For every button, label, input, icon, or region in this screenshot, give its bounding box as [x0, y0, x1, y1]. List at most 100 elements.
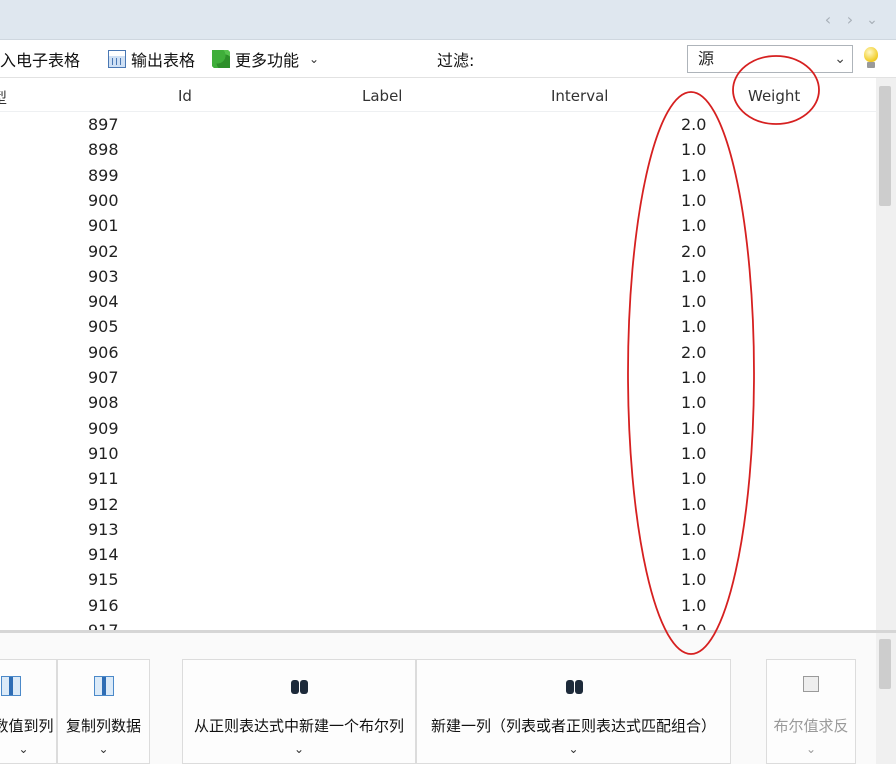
cell-weight: 1.0 [681, 570, 707, 590]
chevron-down-icon: ⌄ [293, 742, 305, 756]
chevron-down-icon: ⌄ [834, 51, 846, 67]
binoculars-icon [290, 676, 310, 696]
cell-weight: 1.0 [681, 545, 707, 565]
table-row[interactable]: 911 1.0 [0, 466, 876, 491]
cell-id: 906 [88, 342, 119, 362]
cell-id: 917 [88, 621, 119, 630]
fill-values-label: 数值到列 [0, 717, 54, 735]
table-row[interactable]: 916 1.0 [0, 593, 876, 618]
action-panel-scrollbar[interactable] [876, 633, 896, 764]
filter-source-select[interactable]: 源 ⌄ [687, 45, 853, 73]
cell-id: 909 [88, 418, 119, 438]
cell-id: 910 [88, 443, 119, 463]
regex-bool-column-button[interactable]: 从正则表达式中新建一个布尔列 ⌄ [182, 659, 416, 764]
table-row[interactable]: 902 2.0 [0, 239, 876, 264]
cell-weight: 1.0 [681, 418, 707, 438]
chevron-down-icon: ⌄ [568, 742, 579, 756]
table-row[interactable]: 917 1.0 [0, 618, 876, 630]
table-icon [108, 50, 126, 68]
column-header-interval[interactable]: Interval [551, 87, 608, 105]
copy-column-data-button[interactable]: 复制列数据 ⌄ [57, 659, 150, 764]
table-row[interactable]: 908 1.0 [0, 390, 876, 415]
cell-weight: 1.0 [681, 165, 707, 185]
table-body: 897 2.0 898 1.0 899 1.0 900 1.0 901 1.0 902 2.0 903 1… [0, 112, 876, 630]
table-header: 型 Id Label Interval Weight [0, 78, 876, 112]
cell-weight: 1.0 [681, 140, 707, 160]
table-row[interactable]: 909 1.0 [0, 416, 876, 441]
column-header-label[interactable]: Label [362, 87, 402, 105]
cell-id: 900 [88, 190, 119, 210]
table-row[interactable]: 915 1.0 [0, 567, 876, 592]
import-spreadsheet-button[interactable]: 输入电子表格 [0, 48, 80, 70]
table-row[interactable]: 912 1.0 [0, 492, 876, 517]
chevron-down-icon: ⌄ [309, 52, 320, 66]
filter-select-value: 源 [698, 49, 715, 68]
binoculars-icon [565, 676, 585, 696]
cell-weight: 1.0 [681, 317, 707, 337]
cell-weight: 1.0 [681, 368, 707, 387]
table-row[interactable]: 904 1.0 [0, 289, 876, 314]
cell-id: 904 [88, 292, 119, 312]
table-row[interactable]: 907 1.0 [0, 365, 876, 390]
cell-id: 912 [88, 494, 119, 514]
menu-chevron-down-icon[interactable]: ⌄ [864, 10, 880, 30]
nav-forward-icon[interactable]: › [842, 10, 858, 30]
column-header-weight[interactable]: Weight [748, 87, 800, 105]
fill-values-to-column-button[interactable]: 数值到列 ⌄ [0, 659, 57, 764]
cell-weight: 1.0 [681, 266, 707, 286]
import-spreadsheet-label: 输入电子表格 [0, 51, 81, 70]
cell-weight: 1.0 [681, 621, 706, 630]
puzzle-icon [212, 50, 230, 68]
cell-id: 897 [88, 115, 119, 134]
cell-weight: 1.0 [681, 216, 707, 236]
table-row[interactable]: 913 1.0 [0, 517, 876, 542]
cell-weight: 1.0 [681, 443, 707, 463]
cell-id: 911 [88, 469, 119, 489]
cell-id: 902 [88, 241, 119, 261]
table-row[interactable]: 914 1.0 [0, 542, 876, 567]
lightbulb-icon[interactable] [862, 47, 880, 71]
column-header-id[interactable]: Id [178, 87, 192, 105]
table-row[interactable]: 905 1.0 [0, 314, 876, 339]
cell-weight: 2.0 [681, 241, 707, 261]
new-column-button[interactable]: 新建一列（列表或者正则表达式匹配组合） ⌄ [416, 659, 731, 764]
cell-id: 898 [88, 140, 119, 160]
cell-id: 914 [88, 545, 119, 565]
cell-weight: 2.0 [681, 115, 707, 134]
table-row[interactable]: 906 2.0 [0, 340, 876, 365]
table-row[interactable]: 901 1.0 [0, 213, 876, 238]
table-row[interactable]: 910 1.0 [0, 441, 876, 466]
more-functions-button[interactable]: 更多功能 ⌄ [212, 48, 319, 70]
cell-weight: 1.0 [681, 519, 707, 539]
cell-weight: 2.0 [681, 342, 707, 362]
column-icon [94, 676, 114, 696]
table-row[interactable]: 903 1.0 [0, 264, 876, 289]
cell-weight: 1.0 [681, 494, 707, 514]
more-functions-label: 更多功能 [235, 51, 300, 70]
cell-id: 913 [88, 519, 119, 539]
column-icon [1, 676, 21, 696]
export-table-button[interactable]: 输出表格 [108, 48, 195, 70]
filter-label: 过滤: [437, 48, 474, 70]
checkbox-icon [803, 676, 819, 692]
column-header-type[interactable]: 型 [0, 87, 7, 108]
export-table-label: 输出表格 [131, 51, 196, 70]
cell-id: 905 [88, 317, 119, 337]
table-row[interactable]: 900 1.0 [0, 188, 876, 213]
cell-id: 915 [88, 570, 119, 590]
cell-weight: 1.0 [681, 292, 707, 312]
nav-back-icon[interactable]: ‹ [820, 10, 836, 30]
chevron-down-icon: ⌄ [805, 742, 817, 756]
table-row[interactable]: 899 1.0 [0, 163, 876, 188]
table-vertical-scrollbar[interactable] [876, 78, 896, 630]
table-row[interactable]: 897 2.0 [0, 112, 876, 137]
bool-negate-button[interactable]: 布尔值求反 ⌄ [766, 659, 856, 764]
cell-id: 916 [88, 595, 119, 615]
table-row[interactable]: 898 1.0 [0, 137, 876, 162]
title-bar: ‹ › ⌄ [0, 0, 896, 40]
action-panel: 数值到列 ⌄ 复制列数据 ⌄ 从正则表达式中新建一个布尔列 ⌄ 新建一列（列表或… [0, 633, 896, 764]
filter-label-text: 过滤: [437, 51, 475, 70]
cell-weight: 1.0 [681, 595, 707, 615]
cell-id: 901 [88, 216, 119, 236]
cell-id: 907 [88, 368, 119, 387]
